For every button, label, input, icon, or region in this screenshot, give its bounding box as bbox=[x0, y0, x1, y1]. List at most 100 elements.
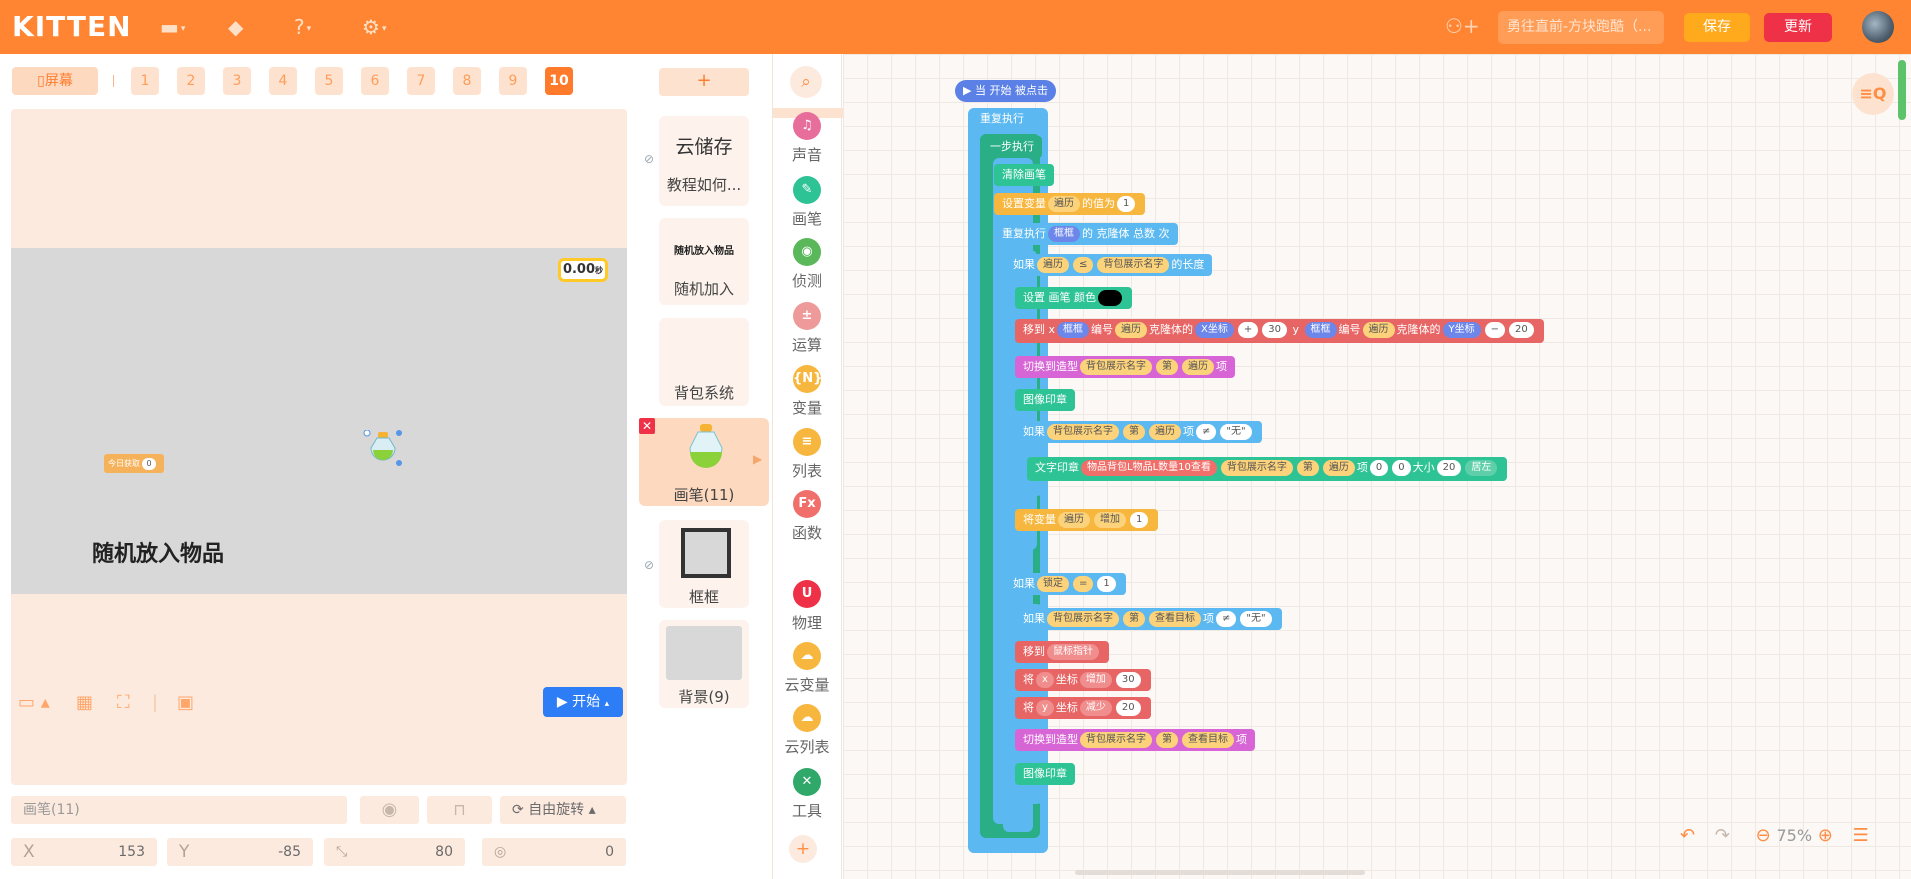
category-icon: {N} bbox=[793, 365, 822, 393]
screen-button[interactable]: ▯屏幕 bbox=[12, 67, 98, 95]
zoom-out-icon[interactable]: ⊖ bbox=[1756, 825, 1771, 846]
arrange-icon[interactable]: ☰ bbox=[1853, 825, 1869, 846]
change-y-block[interactable]: 将 y 坐标 减少 20 bbox=[1015, 697, 1151, 719]
scene-tab-2[interactable]: 2 bbox=[177, 67, 205, 95]
update-button[interactable]: 更新 bbox=[1764, 13, 1832, 42]
scene-tab-3[interactable]: 3 bbox=[223, 67, 251, 95]
set-variable-block[interactable]: 设置变量 遍历 的值为 1 bbox=[994, 193, 1146, 215]
add-user-icon[interactable]: ⚇+ bbox=[1445, 14, 1480, 38]
sprite-name-field[interactable]: 画笔(11) bbox=[11, 796, 347, 824]
switch-costume-block[interactable]: 切换到造型 背包展示名字第查看目标项 bbox=[1015, 729, 1255, 751]
hidden-eye-icon[interactable]: ⊘ bbox=[644, 152, 654, 166]
clear-pen-block[interactable]: 清除画笔 bbox=[994, 164, 1054, 186]
search-icon[interactable]: ⌕ bbox=[790, 66, 822, 98]
size-field[interactable]: ⤡ 80 bbox=[324, 838, 465, 866]
category-1[interactable]: ✎ 画笔 bbox=[772, 176, 842, 229]
code-search-button[interactable]: ≡Q bbox=[1852, 73, 1894, 115]
step-block[interactable]: 一步执行 bbox=[982, 136, 1042, 158]
sprite-card-selected[interactable]: 画笔(11) ▶ bbox=[639, 418, 769, 506]
scene-tab-6[interactable]: 6 bbox=[361, 67, 389, 95]
if-lock-block[interactable]: 如果 锁定 = 1 bbox=[1005, 573, 1126, 595]
settings-icon[interactable]: ⚙ ▾ bbox=[362, 14, 398, 40]
change-variable-block[interactable]: 将变量 遍历 增加 1 bbox=[1015, 509, 1159, 531]
category-4[interactable]: {N} 变量 bbox=[772, 365, 842, 418]
category-10[interactable]: ✕ 工具 bbox=[772, 768, 842, 821]
sprite-card[interactable]: 随机放入物品 随机加入 bbox=[659, 218, 749, 305]
repeat-forever-block[interactable]: 重复执行 bbox=[972, 108, 1032, 130]
delete-sprite-button[interactable]: ✕ bbox=[639, 418, 655, 434]
category-icon: ☁ bbox=[793, 642, 821, 670]
record-icon[interactable]: ▣ bbox=[177, 692, 194, 713]
switch-costume-block[interactable]: 切换到造型 背包展示名字第遍历项 bbox=[1015, 356, 1235, 378]
zoom-level: 75% bbox=[1776, 826, 1813, 845]
scene-tab-9[interactable]: 9 bbox=[499, 67, 527, 95]
timer-monitor[interactable]: 0.00秒 bbox=[558, 258, 608, 282]
scene-tab-4[interactable]: 4 bbox=[269, 67, 297, 95]
direction-field[interactable]: ◎ 0 bbox=[482, 838, 626, 866]
scene-tab-1[interactable]: 1 bbox=[131, 67, 159, 95]
sprite-card[interactable]: 框框 bbox=[659, 520, 749, 608]
text-stamp-block[interactable]: 文字印章 物品背包L物品L数量10查看 背包展示名字第遍历项 0 0 大小 20 居左 bbox=[1027, 457, 1508, 481]
lock-icon[interactable]: ⊓ bbox=[427, 796, 492, 824]
move-to-mouse-block[interactable]: 移到 鼠标指针 bbox=[1015, 641, 1109, 663]
scene-tab-7[interactable]: 7 bbox=[407, 67, 435, 95]
category-icon: ♫ bbox=[793, 112, 821, 140]
set-pen-color-block[interactable]: 设置 画笔 颜色 bbox=[1015, 287, 1132, 309]
scene-tab-8[interactable]: 8 bbox=[453, 67, 481, 95]
potion-sprite[interactable] bbox=[363, 430, 403, 466]
sprite-card[interactable]: 背包系统 bbox=[659, 318, 749, 406]
category-label: 列表 bbox=[791, 462, 822, 480]
category-icon: ✕ bbox=[793, 768, 821, 796]
stamp-block[interactable]: 图像印章 bbox=[1015, 763, 1075, 785]
project-title-field[interactable]: 勇往直前-方块跑酷（... bbox=[1498, 11, 1664, 44]
divider bbox=[113, 75, 114, 87]
category-label: 侦测 bbox=[791, 272, 822, 290]
category-7[interactable]: U 物理 bbox=[772, 580, 842, 633]
category-3[interactable]: ± 运算 bbox=[772, 302, 842, 355]
stage-size-icon[interactable]: ▭ ▴ bbox=[18, 692, 50, 713]
backpack-icon[interactable]: ◆ bbox=[228, 14, 264, 40]
vertical-scrollbar[interactable] bbox=[1898, 60, 1906, 120]
rotation-mode-select[interactable]: ⟳ 自由旋转 ▴ bbox=[500, 796, 626, 824]
category-6[interactable]: Fx 函数 bbox=[772, 490, 842, 543]
category-5[interactable]: ≡ 列表 bbox=[772, 428, 842, 481]
scene-tab-5[interactable]: 5 bbox=[315, 67, 343, 95]
repeat-n-block[interactable]: 重复执行 框框的 克隆体 总数 次 bbox=[994, 223, 1178, 245]
if-not-none-block[interactable]: 如果 背包展示名字第遍历项 ≠ "无" bbox=[1015, 421, 1262, 443]
grid-icon[interactable]: ▦ bbox=[76, 692, 93, 713]
potion-icon bbox=[689, 424, 723, 468]
direction-icon: ◎ bbox=[494, 844, 507, 860]
horizontal-scrollbar[interactable] bbox=[1075, 870, 1365, 875]
stamp-block[interactable]: 图像印章 bbox=[1015, 389, 1075, 411]
color-swatch[interactable] bbox=[1098, 290, 1122, 306]
start-button[interactable]: ▶ 开始 ▴ bbox=[543, 687, 623, 717]
if-target-block[interactable]: 如果 背包展示名字第查看目标项 ≠ "无" bbox=[1015, 608, 1282, 630]
category-0[interactable]: ♫ 声音 bbox=[772, 112, 842, 165]
variable-monitor[interactable]: 今日获取 0 bbox=[104, 454, 164, 473]
if-block[interactable]: 如果 遍历 ≤ 背包展示名字 的长度 bbox=[1005, 254, 1213, 276]
zoom-in-icon[interactable]: ⊕ bbox=[1818, 825, 1833, 846]
move-to-xy-block[interactable]: 移到 x 框框 编号 遍历 克隆体的 X坐标 +30 y 框框 编号 遍历 克隆体的 Y坐标 −20 bbox=[1015, 319, 1544, 343]
avatar[interactable] bbox=[1862, 11, 1894, 43]
category-2[interactable]: ◉ 侦测 bbox=[772, 238, 842, 291]
background-card[interactable]: 背景(9) bbox=[659, 620, 749, 708]
scene-tab-10[interactable]: 10 bbox=[545, 67, 573, 95]
category-8[interactable]: ☁ 云变量 bbox=[772, 642, 842, 695]
x-field[interactable]: X 153 bbox=[11, 838, 157, 866]
when-start-hat-block[interactable]: ▶ 当 开始 被点击 bbox=[955, 80, 1056, 102]
change-x-block[interactable]: 将 x 坐标 增加 30 bbox=[1015, 669, 1151, 691]
fullscreen-icon[interactable]: ⛶ bbox=[117, 692, 130, 713]
visibility-eye-icon[interactable]: ◉ bbox=[360, 796, 419, 824]
category-label: 函数 bbox=[791, 524, 822, 542]
save-button[interactable]: 保存 bbox=[1684, 13, 1750, 42]
help-icon[interactable]: ? ▾ bbox=[294, 14, 330, 40]
hidden-eye-icon[interactable]: ⊘ bbox=[644, 558, 654, 572]
folder-icon[interactable]: ▬ ▾ bbox=[160, 14, 196, 40]
category-9[interactable]: ☁ 云列表 bbox=[772, 704, 842, 757]
redo-icon[interactable]: ↷ bbox=[1715, 825, 1730, 846]
add-sprite-button[interactable]: + bbox=[659, 68, 749, 96]
y-field[interactable]: Y -85 bbox=[167, 838, 313, 866]
sprite-card[interactable]: 云储存 教程如何... bbox=[659, 116, 749, 206]
add-extension-button[interactable]: + bbox=[789, 835, 817, 863]
undo-icon[interactable]: ↶ bbox=[1680, 825, 1695, 846]
